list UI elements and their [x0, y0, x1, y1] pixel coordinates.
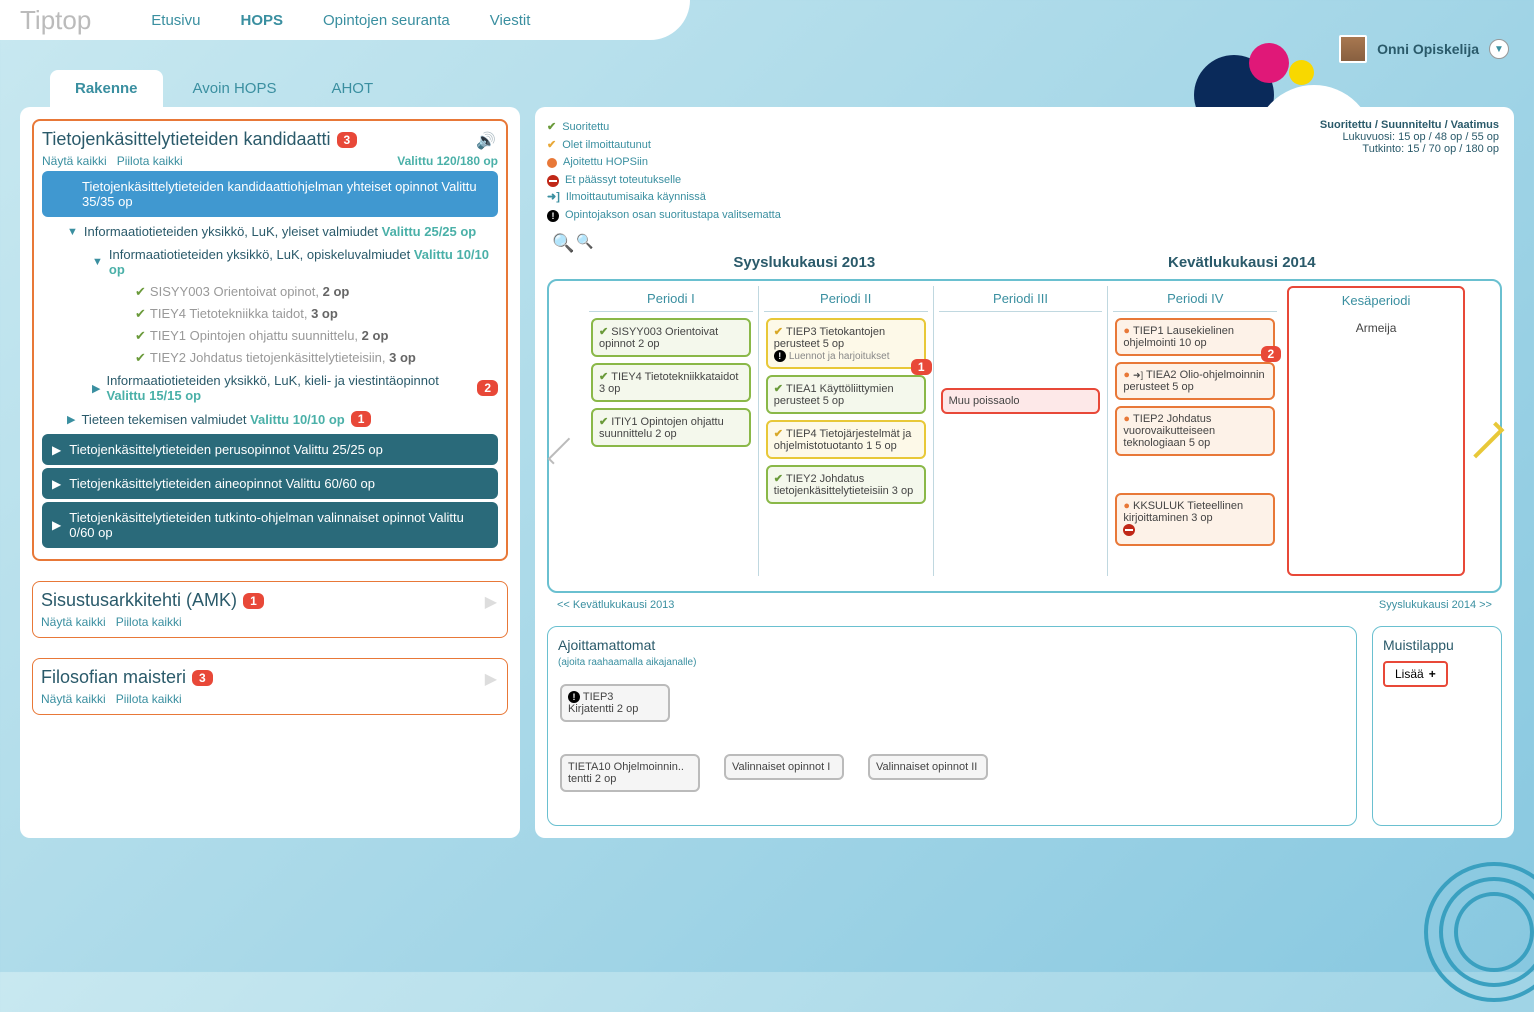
card-tiea1[interactable]: ✔TIEA1 Käyttöliittymien perusteet 5 op [766, 375, 926, 414]
top-nav: Etusivu HOPS Opintojen seuranta Viestit [151, 12, 530, 29]
card-kksuluk[interactable]: ●KKSULUK Tieteellinen kirjoittaminen 3 o… [1115, 493, 1275, 546]
stats: Suoritettu / Suunniteltu / Vaatimus Luku… [1320, 119, 1499, 155]
login-icon: ➜] [547, 189, 560, 207]
user-info: Onni Opiskelija ▼ [1339, 35, 1509, 63]
degree-kandidaatti: 🔊 Tietojenkäsittelytieteiden kandidaatti… [32, 119, 508, 561]
avatar[interactable] [1339, 35, 1367, 63]
unsched-tiep3[interactable]: ! TIEP3 Kirjatentti 2 op [560, 684, 670, 722]
row4-badge: 2 [477, 380, 498, 396]
sem-spring: Kevätlukukausi 2014 [1168, 254, 1316, 271]
period-3: Periodi III Muu poissaolo [933, 286, 1108, 576]
degree-sisustus[interactable]: ▶ Sisustusarkkitehti (AMK) 1 Näytä kaikk… [32, 581, 508, 638]
prev-semester-link[interactable]: << Kevätlukukausi 2013 [557, 599, 674, 611]
card-sisyy003[interactable]: ✔SISYY003 Orientoivat opinnot 2 op [591, 318, 751, 357]
volume-icon[interactable]: ▶ [485, 592, 497, 612]
zoom-out-icon[interactable]: 🔍 [576, 233, 593, 254]
tree-aineopinnot[interactable]: ▶Tietojenkäsittelytieteiden aineopinnot … [42, 468, 498, 499]
logo: Tiptop [20, 5, 91, 36]
degree1-title: Tietojenkäsittelytieteiden kandidaatti [42, 129, 331, 150]
course-tiey1[interactable]: ✔TIEY1 Opintojen ohjattu suunnittelu, 2 … [117, 325, 498, 347]
unsched-val1[interactable]: Valinnaiset opinnot I [724, 754, 844, 780]
period-4: Periodi IV ●TIEP1 Lausekielinen ohjelmoi… [1107, 286, 1282, 576]
course-tiey2[interactable]: ✔TIEY2 Johdatus tietojenkäsittelytieteis… [117, 347, 498, 369]
tab-rakenne[interactable]: Rakenne [50, 70, 163, 107]
period-summer: Kesäperiodi Armeija [1287, 286, 1465, 576]
plus-icon: + [1429, 667, 1436, 681]
notes-box: Muistilappu Lisää + [1372, 626, 1502, 826]
card-tiep1[interactable]: ●TIEP1 Lausekielinen ohjelmointi 10 op2 [1115, 318, 1275, 356]
user-dropdown-icon[interactable]: ▼ [1489, 39, 1509, 59]
tab-avoin-hops[interactable]: Avoin HOPS [168, 70, 302, 107]
course-sisyy003[interactable]: ✔SISYY003 Orientoivat opinot, 2 op [117, 281, 498, 303]
chevron-right-icon[interactable]: ▶ [67, 413, 75, 426]
next-semester-link[interactable]: Syyslukukausi 2014 >> [1379, 599, 1492, 611]
course-tiey4[interactable]: ✔TIEY4 Tietotekniikka taidot, 3 op [117, 303, 498, 325]
card-poissaolo[interactable]: Muu poissaolo [941, 388, 1101, 414]
card-tiey2-tl[interactable]: ✔TIEY2 Johdatus tietojenkäsittelytieteis… [766, 465, 926, 504]
degree1-badge: 3 [337, 132, 358, 148]
nav-seuranta[interactable]: Opintojen seuranta [323, 12, 450, 29]
nav-viestit[interactable]: Viestit [490, 12, 531, 29]
show-all-link[interactable]: Näytä kaikki [42, 154, 107, 168]
decor-rings [1424, 862, 1534, 1012]
topbar: Tiptop Etusivu HOPS Opintojen seuranta V… [0, 0, 690, 40]
chevron-right-icon: ▶ [52, 477, 61, 491]
tree-opiskeluvalmiudet[interactable]: ▼ Informaatiotieteiden yksikkö, LuK, opi… [92, 243, 498, 281]
unsched-val2[interactable]: Valinnaiset opinnot II [868, 754, 988, 780]
tree-perusopinnot[interactable]: ▶Tietojenkäsittelytieteiden perusopinnot… [42, 434, 498, 465]
chevron-right-icon: ▶ [52, 518, 61, 532]
chevron-down-icon[interactable]: ▼ [67, 226, 78, 238]
structure-panel: 🔊 Tietojenkäsittelytieteiden kandidaatti… [20, 107, 520, 838]
period-1: Periodi I ✔SISYY003 Orientoivat opinnot … [584, 286, 758, 576]
card-armeija[interactable]: Armeija [1294, 313, 1458, 343]
timeline-panel: ✔Suoritettu ✔Olet ilmoittautunut Ajoitet… [535, 107, 1514, 838]
degree1-selected: Valittu 120/180 op [397, 154, 498, 168]
zoom-in-icon[interactable]: 🔍 [552, 233, 574, 254]
volume-icon[interactable]: ▶ [485, 669, 497, 689]
degree-filosofia[interactable]: ▶ Filosofian maisteri 3 Näytä kaikkiPiil… [32, 658, 508, 715]
tree-kieli-viestinta[interactable]: ▶ Informaatiotieteiden yksikkö, LuK, kie… [92, 369, 498, 407]
tree-yleiset-valmiudet[interactable]: ▼ Informaatiotieteiden yksikkö, LuK, yle… [67, 220, 498, 243]
hide-all-link[interactable]: Piilota kaikki [117, 154, 183, 168]
unscheduled-box: Ajoittamattomat (ajoita raahaamalla aika… [547, 626, 1357, 826]
tree-valinnaiset[interactable]: ▶Tietojenkäsittelytieteiden tutkinto-ohj… [42, 502, 498, 548]
tab-ahot[interactable]: AHOT [306, 70, 398, 107]
card-tiea2[interactable]: ●➜] TIEA2 Olio-ohjelmoinnin perusteet 5 … [1115, 362, 1275, 400]
card-tiep3[interactable]: ✔TIEP3 Tietokantojen perusteet 5 op! Lue… [766, 318, 926, 369]
chevron-down-icon[interactable]: ▼ [92, 256, 103, 268]
card-tiep4[interactable]: ✔TIEP4 Tietojärjestelmät ja ohjelmistotu… [766, 420, 926, 459]
warn-icon: ! [547, 210, 559, 222]
add-note-button[interactable]: Lisää + [1383, 661, 1448, 687]
timeline: Periodi I ✔SISYY003 Orientoivat opinnot … [547, 279, 1502, 593]
nav-hops[interactable]: HOPS [241, 12, 284, 29]
chevron-right-icon: ▶ [52, 443, 61, 457]
sem-fall: Syyslukukausi 2013 [733, 254, 875, 271]
card-itiy1[interactable]: ✔ITIY1 Opintojen ohjattu suunnittelu 2 o… [591, 408, 751, 447]
volume-icon[interactable]: 🔊 [476, 131, 496, 151]
period-2: Periodi II ✔TIEP3 Tietokantojen perustee… [758, 286, 933, 576]
unsched-tieta10[interactable]: TIETA10 Ohjelmoinnin.. tentti 2 op [560, 754, 700, 792]
row5-badge: 1 [351, 411, 372, 427]
tree-tieteen-tekeminen[interactable]: ▶ Tieteen tekemisen valmiudet Valittu 10… [67, 407, 498, 431]
card-tiey4[interactable]: ✔TIEY4 Tietotekniikkataidot 3 op [591, 363, 751, 402]
nav-etusivu[interactable]: Etusivu [151, 12, 200, 29]
user-name: Onni Opiskelija [1377, 41, 1479, 57]
no-entry-icon [547, 175, 559, 187]
zoom-controls: 🔍 🔍 [552, 233, 1502, 254]
chevron-right-icon[interactable]: ▶ [92, 382, 100, 395]
tree-yhteiset[interactable]: Tietojenkäsittelytieteiden kandidaattioh… [42, 171, 498, 217]
card-tiep2[interactable]: ●TIEP2 Johdatus vuorovaikutteiseen tekno… [1115, 406, 1275, 456]
